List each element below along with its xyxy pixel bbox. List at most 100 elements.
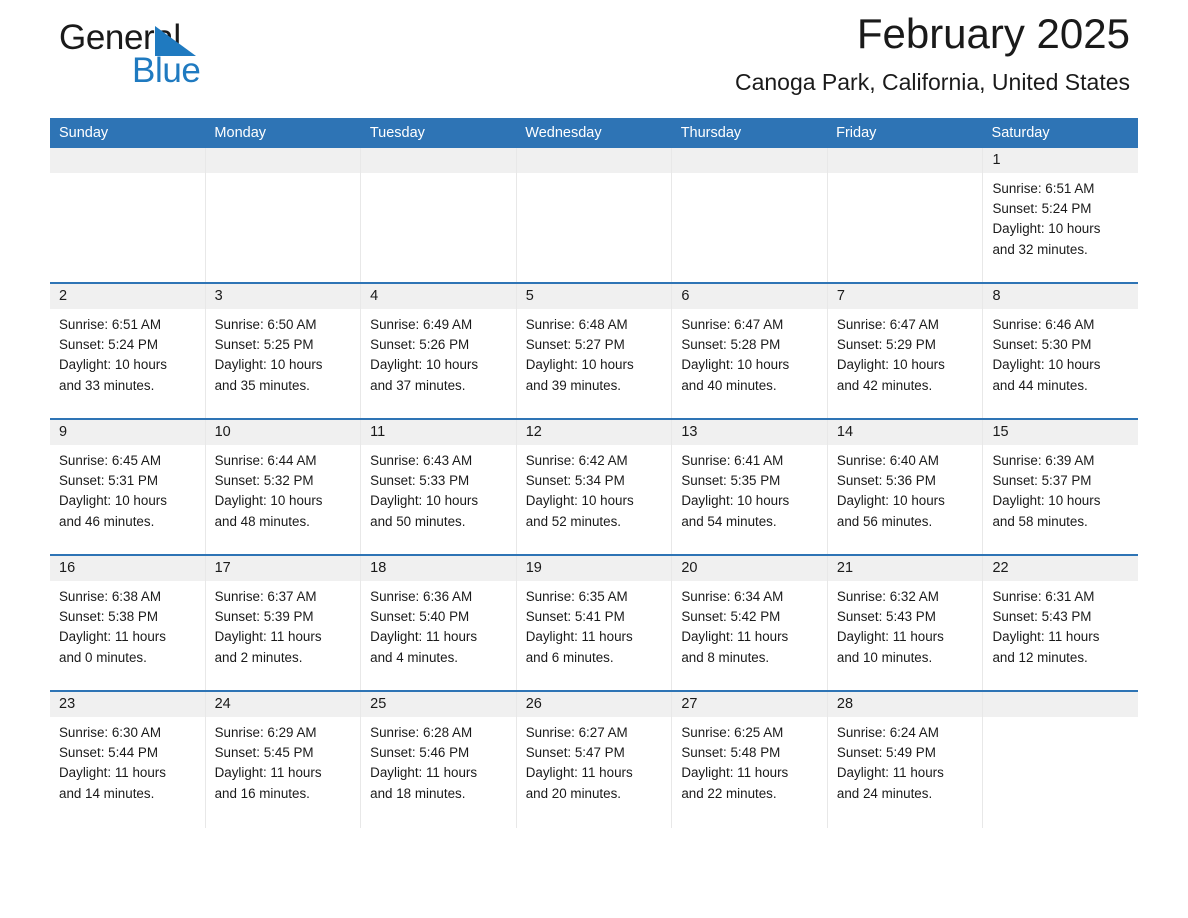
daylight-text-line1: Daylight: 11 hours (836, 765, 944, 781)
calendar-day-cell-empty (516, 148, 673, 282)
daylight-text-line1: Daylight: 11 hours (681, 765, 789, 781)
day-details: Sunrise: 6:31 AM Sunset: 5:43 PM Daylight:… (983, 581, 1138, 668)
calendar-day-cell[interactable]: 18 Sunrise: 6:36 AM Sunset: 5:40 PM Dayligh… (361, 556, 517, 690)
calendar-day-cell[interactable]: 13 Sunrise: 6:41 AM Sunset: 5:35 PM Dayligh… (672, 420, 828, 554)
calendar-day-cell[interactable]: 26 Sunrise: 6:27 AM Sunset: 5:47 PM Dayligh… (516, 692, 673, 828)
day-number: 23 (50, 692, 205, 717)
logo-word-blue: Blue (132, 51, 201, 90)
calendar-day-cell[interactable]: 22 Sunrise: 6:31 AM Sunset: 5:43 PM Dayligh… (983, 556, 1139, 690)
sunset-text: Sunset: 5:36 PM (836, 473, 936, 489)
day-number: 22 (983, 556, 1139, 581)
calendar-day-cell[interactable]: 6 Sunrise: 6:47 AM Sunset: 5:28 PM Daylight… (672, 284, 828, 418)
day-details: Sunrise: 6:36 AM Sunset: 5:40 PM Daylight:… (361, 581, 516, 668)
sunset-text: Sunset: 5:24 PM (59, 337, 158, 353)
day-number: 9 (50, 420, 205, 445)
calendar-day-cell-empty (672, 148, 828, 282)
calendar-day-cell[interactable]: 2 Sunrise: 6:51 AM Sunset: 5:24 PM Daylight… (50, 284, 206, 418)
sunrise-text: Sunrise: 6:36 AM (370, 589, 473, 604)
calendar-day-cell[interactable]: 10 Sunrise: 6:44 AM Sunset: 5:32 PM Dayligh… (205, 420, 362, 554)
daylight-text-line2: and 22 minutes. (681, 785, 777, 801)
calendar-day-cell[interactable]: 19 Sunrise: 6:35 AM Sunset: 5:41 PM Dayligh… (516, 556, 673, 690)
daylight-text-line1: Daylight: 10 hours (370, 357, 479, 373)
day-number: 15 (983, 420, 1139, 445)
calendar-week-row: 2 Sunrise: 6:51 AM Sunset: 5:24 PM Daylight… (50, 282, 1139, 418)
weekday-header-saturday: Saturday (991, 125, 1050, 141)
daylight-text-line1: Daylight: 11 hours (525, 629, 633, 645)
day-details: Sunrise: 6:48 AM Sunset: 5:27 PM Daylight:… (517, 309, 672, 396)
sunset-text: Sunset: 5:45 PM (214, 745, 314, 761)
daylight-text-line2: and 54 minutes. (681, 513, 777, 529)
title-block: February 2025 Canoga Park, California, U… (735, 8, 1130, 96)
calendar-day-cell[interactable]: 14 Sunrise: 6:40 AM Sunset: 5:36 PM Dayligh… (827, 420, 984, 554)
calendar-day-cell[interactable]: 4 Sunrise: 6:49 AM Sunset: 5:26 PM Daylight… (361, 284, 517, 418)
calendar-day-cell[interactable]: 20 Sunrise: 6:34 AM Sunset: 5:42 PM Dayligh… (672, 556, 828, 690)
daylight-text-line1: Daylight: 10 hours (681, 493, 790, 509)
calendar-day-cell[interactable]: 9 Sunrise: 6:45 AM Sunset: 5:31 PM Daylight… (50, 420, 206, 554)
calendar-day-cell-empty (983, 692, 1139, 828)
calendar-day-cell[interactable]: 17 Sunrise: 6:37 AM Sunset: 5:39 PM Dayligh… (205, 556, 362, 690)
calendar-week-row: 9 Sunrise: 6:45 AM Sunset: 5:31 PM Daylight… (50, 418, 1139, 554)
calendar-day-cell[interactable]: 27 Sunrise: 6:25 AM Sunset: 5:48 PM Dayligh… (672, 692, 828, 828)
daylight-text-line2: and 46 minutes. (59, 513, 155, 529)
sunset-text: Sunset: 5:35 PM (681, 473, 781, 489)
sunset-text: Sunset: 5:38 PM (59, 609, 158, 625)
calendar-day-cell[interactable]: 7 Sunrise: 6:47 AM Sunset: 5:29 PM Daylight… (827, 284, 984, 418)
weekday-header-sunday: Sunday (59, 125, 109, 141)
calendar-day-cell[interactable]: 5 Sunrise: 6:48 AM Sunset: 5:27 PM Daylight… (516, 284, 673, 418)
calendar-day-cell[interactable]: 23 Sunrise: 6:30 AM Sunset: 5:44 PM Dayligh… (50, 692, 206, 828)
daylight-text-line1: Daylight: 10 hours (681, 357, 790, 373)
daylight-text-line1: Daylight: 10 hours (992, 493, 1101, 509)
calendar-day-cell[interactable]: 1 Sunrise: 6:51 AM Sunset: 5:24 PM Daylight… (983, 148, 1139, 282)
sunset-text: Sunset: 5:34 PM (525, 473, 625, 489)
sunset-text: Sunset: 5:43 PM (992, 609, 1092, 625)
sunrise-text: Sunrise: 6:37 AM (214, 589, 317, 604)
calendar-day-cell[interactable]: 28 Sunrise: 6:24 AM Sunset: 5:49 PM Dayligh… (827, 692, 984, 828)
calendar-day-cell[interactable]: 11 Sunrise: 6:43 AM Sunset: 5:33 PM Dayligh… (361, 420, 517, 554)
daylight-text-line1: Daylight: 11 hours (992, 629, 1100, 645)
day-number: 18 (361, 556, 516, 581)
daylight-text-line2: and 24 minutes. (836, 785, 933, 801)
sunrise-text: Sunrise: 6:35 AM (525, 589, 628, 604)
sunset-text: Sunset: 5:29 PM (836, 337, 936, 353)
calendar-day-cell[interactable]: 15 Sunrise: 6:39 AM Sunset: 5:37 PM Dayligh… (983, 420, 1139, 554)
daylight-text-line2: and 16 minutes. (214, 785, 310, 801)
calendar-day-cell[interactable]: 25 Sunrise: 6:28 AM Sunset: 5:46 PM Dayligh… (361, 692, 517, 828)
weekday-header-tuesday: Tuesday (369, 125, 425, 141)
calendar-day-cell[interactable]: 16 Sunrise: 6:38 AM Sunset: 5:38 PM Dayligh… (50, 556, 206, 690)
daylight-text-line2: and 14 minutes. (59, 785, 155, 801)
generalblue-logo[interactable]: General Blue (59, 20, 259, 96)
day-details: Sunrise: 6:24 AM Sunset: 5:49 PM Daylight:… (828, 717, 983, 804)
calendar-grid: Sunday Monday Tuesday Wednesday Thursday… (50, 118, 1139, 828)
calendar-day-cell[interactable]: 21 Sunrise: 6:32 AM Sunset: 5:43 PM Dayligh… (827, 556, 984, 690)
sunset-text: Sunset: 5:39 PM (214, 609, 314, 625)
sunset-text: Sunset: 5:43 PM (836, 609, 936, 625)
sunset-text: Sunset: 5:37 PM (992, 473, 1092, 489)
day-details: Sunrise: 6:42 AM Sunset: 5:34 PM Daylight:… (517, 445, 672, 532)
calendar-day-cell[interactable]: 3 Sunrise: 6:50 AM Sunset: 5:25 PM Daylight… (205, 284, 362, 418)
day-number: 2 (50, 284, 205, 309)
calendar-week-row: 23 Sunrise: 6:30 AM Sunset: 5:44 PM Dayligh… (50, 690, 1139, 828)
daylight-text-line1: Daylight: 10 hours (59, 493, 167, 509)
calendar-day-cell[interactable]: 8 Sunrise: 6:46 AM Sunset: 5:30 PM Daylight… (983, 284, 1139, 418)
sunrise-text: Sunrise: 6:47 AM (681, 317, 784, 332)
day-number: 4 (361, 284, 516, 309)
day-details: Sunrise: 6:35 AM Sunset: 5:41 PM Daylight:… (517, 581, 672, 668)
calendar-weeks: 1 Sunrise: 6:51 AM Sunset: 5:24 PM Daylight… (50, 148, 1139, 828)
page-masthead: General Blue February 2025 Canoga Park, … (50, 0, 1138, 118)
day-details: Sunrise: 6:45 AM Sunset: 5:31 PM Daylight:… (50, 445, 205, 532)
weekday-header-row: Sunday Monday Tuesday Wednesday Thursday… (50, 118, 1138, 148)
day-number: 8 (983, 284, 1139, 309)
sunrise-text: Sunrise: 6:34 AM (681, 589, 784, 604)
calendar-day-cell[interactable]: 12 Sunrise: 6:42 AM Sunset: 5:34 PM Dayligh… (516, 420, 673, 554)
day-number (205, 148, 361, 173)
day-number (516, 148, 672, 173)
calendar-day-cell[interactable]: 24 Sunrise: 6:29 AM Sunset: 5:45 PM Dayligh… (205, 692, 362, 828)
daylight-text-line1: Daylight: 10 hours (992, 357, 1101, 373)
sunset-text: Sunset: 5:25 PM (214, 337, 314, 353)
day-details: Sunrise: 6:49 AM Sunset: 5:26 PM Daylight:… (361, 309, 516, 396)
sunrise-text: Sunrise: 6:25 AM (681, 725, 784, 740)
day-number: 12 (516, 420, 672, 445)
sunrise-text: Sunrise: 6:29 AM (214, 725, 317, 740)
daylight-text-line2: and 44 minutes. (992, 377, 1088, 393)
daylight-text-line2: and 58 minutes. (992, 513, 1088, 529)
